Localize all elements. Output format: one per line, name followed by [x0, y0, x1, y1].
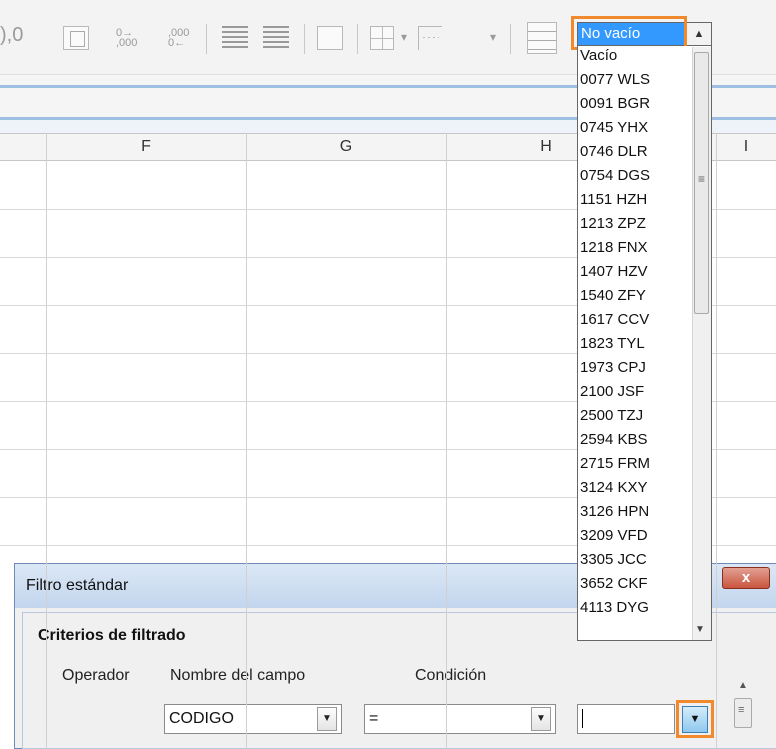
operator-header: Operador	[62, 667, 130, 684]
value-input[interactable]	[577, 704, 675, 734]
column-header-f[interactable]: F	[46, 133, 246, 161]
list-item[interactable]: 1218 FNX	[580, 238, 648, 258]
list-item[interactable]: 0077 WLS	[580, 70, 650, 90]
list-item[interactable]: 0091 BGR	[580, 94, 650, 114]
toggle-grid-icon[interactable]	[527, 22, 557, 54]
filter-criteria-heading: Criterios de filtrado	[38, 627, 186, 644]
add-decimal-icon[interactable]: 0→ ,000	[114, 26, 140, 50]
remove-decimal-icon[interactable]: ,000 0←	[166, 26, 192, 50]
scroll-down-icon[interactable]: ▼	[695, 624, 705, 635]
toolbar-separator	[304, 24, 305, 54]
grip-icon: ≡	[738, 704, 745, 716]
column-divider	[716, 161, 717, 749]
date-format-icon[interactable]	[63, 26, 89, 50]
field-name-header: Nombre del campo	[170, 667, 306, 684]
highlight-box-value-dropdown	[676, 700, 714, 738]
list-item[interactable]: 1540 ZFY	[580, 286, 646, 306]
decimal-fragment: ),0	[0, 24, 24, 46]
decrease-indent-icon[interactable]	[263, 26, 289, 48]
list-item[interactable]: 3126 HPN	[580, 502, 649, 522]
grip-icon: ≡	[698, 172, 706, 186]
list-item[interactable]: 0746 DLR	[580, 142, 648, 162]
list-item[interactable]: 3652 CKF	[580, 574, 648, 594]
list-item[interactable]: 2100 JSF	[580, 382, 644, 402]
increase-indent-icon[interactable]	[222, 26, 248, 48]
scroll-up-icon[interactable]: ▲	[738, 680, 748, 691]
list-item[interactable]: 2500 TZJ	[580, 406, 643, 426]
list-item[interactable]: 4113 DYG	[580, 598, 649, 618]
list-item[interactable]: 3209 VFD	[580, 526, 648, 546]
list-item[interactable]: 1213 ZPZ	[580, 214, 646, 234]
list-item[interactable]: 2594 KBS	[580, 430, 648, 450]
list-item[interactable]: 1823 TYL	[580, 334, 645, 354]
list-item[interactable]: 2715 FRM	[580, 454, 650, 474]
border-style-icon[interactable]	[418, 26, 442, 50]
list-item[interactable]: 1973 CPJ	[580, 358, 646, 378]
list-item[interactable]: 3124 KXY	[580, 478, 648, 498]
close-button[interactable]: x	[722, 567, 770, 589]
field-name-select[interactable]: CODIGO	[164, 704, 342, 734]
tb-spacer-icon	[317, 26, 343, 50]
dropdown-arrow-up-icon[interactable]: ▲	[686, 23, 711, 45]
list-item[interactable]: 0754 DGS	[580, 166, 650, 186]
list-item[interactable]: 0745 YHX	[580, 118, 648, 138]
borders-icon[interactable]	[370, 26, 394, 50]
column-header-g[interactable]: G	[246, 133, 446, 161]
column-divider	[446, 161, 447, 749]
condition-dropdown-icon[interactable]: ▼	[531, 707, 551, 731]
text-cursor	[582, 709, 583, 728]
list-item[interactable]: 3305 JCC	[580, 550, 647, 570]
toolbar-separator	[357, 24, 358, 54]
borders-dropdown-icon[interactable]: ▾	[401, 30, 407, 44]
list-item[interactable]: Vacío	[580, 46, 617, 66]
border-style-dropdown-icon[interactable]: ▾	[490, 30, 496, 44]
column-divider	[46, 161, 47, 749]
column-header-i[interactable]: I	[716, 133, 776, 161]
list-item[interactable]: 1151 HZH	[580, 190, 647, 210]
column-divider	[246, 161, 247, 749]
toolbar-separator	[510, 24, 511, 54]
condition-header: Condición	[415, 667, 487, 684]
field-name-dropdown-icon[interactable]: ▼	[317, 707, 337, 731]
dialog-title: Filtro estándar	[26, 577, 129, 594]
list-item[interactable]: 1407 HZV	[580, 262, 648, 282]
condition-select[interactable]: =	[364, 704, 556, 734]
list-item[interactable]: 1617 CCV	[580, 310, 649, 330]
toolbar-separator	[206, 24, 207, 54]
highlight-box-selected-option	[571, 16, 687, 50]
